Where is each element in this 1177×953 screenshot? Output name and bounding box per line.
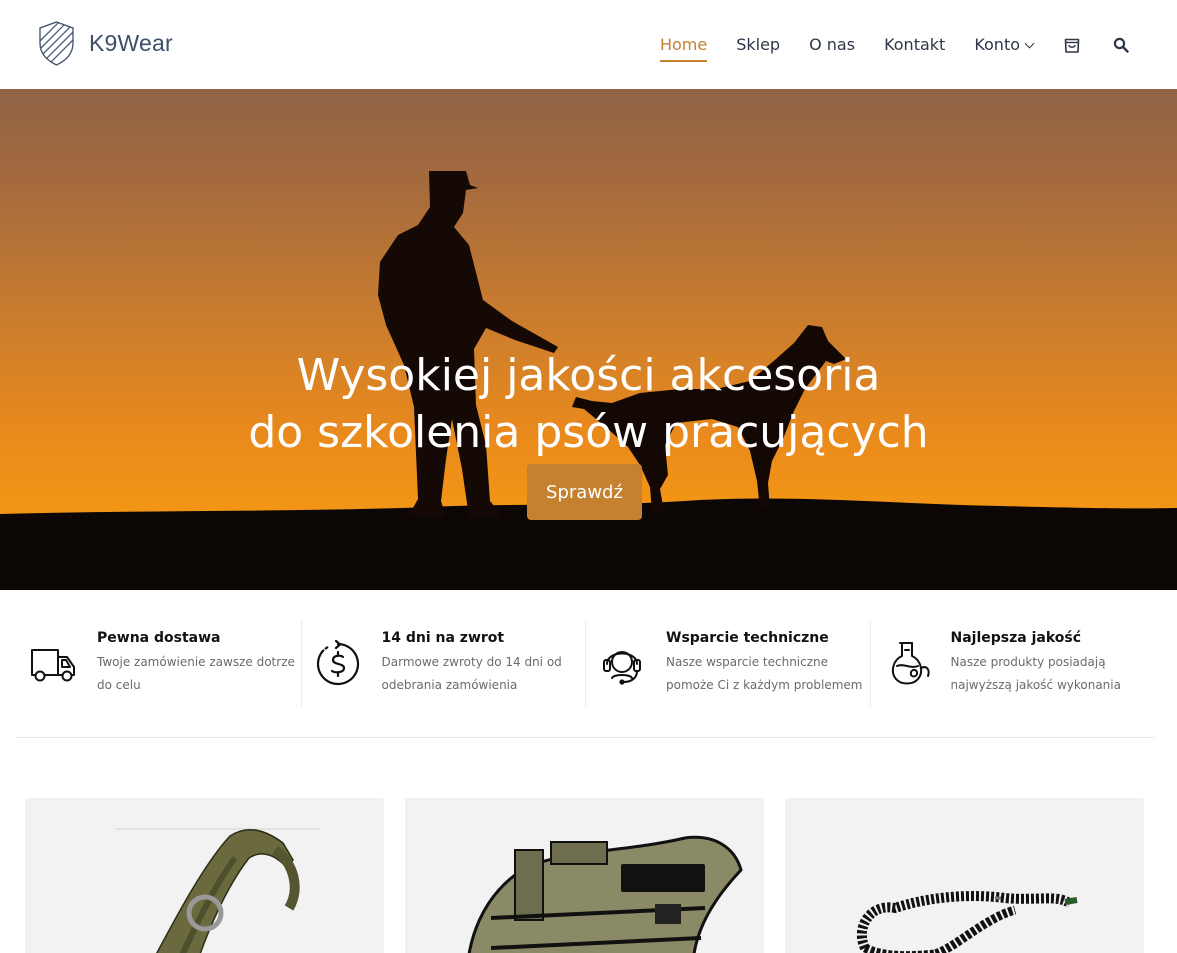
search-icon: [1113, 37, 1129, 53]
nav-sklep[interactable]: Sklep: [736, 29, 780, 60]
product-card-collar[interactable]: [25, 798, 384, 953]
main-nav: Home Sklep O nas Kontakt Konto: [659, 0, 1177, 89]
feature-delivery: Pewna dostawa Twoje zamówienie zawsze do…: [16, 590, 301, 738]
hero-title: Wysokiej jakości akcesoria do szkolenia …: [0, 347, 1177, 461]
brand-name: K9Wear: [89, 30, 173, 56]
feature-description: Nasze produkty posiadają najwyższą jakoś…: [950, 655, 1121, 692]
feature-title: Pewna dostawa: [97, 630, 221, 646]
nav-konto[interactable]: Konto: [974, 29, 1035, 60]
product-grid: [25, 798, 1144, 953]
hero-cta-button[interactable]: Sprawdź: [527, 464, 642, 520]
feature-description: Nasze wsparcie techniczne pomoże Ci z ka…: [666, 655, 863, 692]
feature-description: Darmowe zwroty do 14 dni od odebrania za…: [381, 655, 562, 692]
leash-product-image: [856, 891, 1078, 953]
money-return-icon: [316, 640, 359, 686]
chevron-down-icon: [1024, 38, 1035, 49]
feature-returns: 14 dni na zwrot Darmowe zwroty do 14 dni…: [300, 590, 586, 738]
hero-banner: Wysokiej jakości akcesoria do szkolenia …: [0, 89, 1177, 590]
collar-product-image: [115, 828, 320, 953]
headset-support-icon: [603, 651, 641, 685]
feature-title: Najlepsza jakość: [950, 630, 1082, 646]
hero-title-line-2: do szkolenia psów pracujących: [248, 407, 929, 458]
features-bar: Pewna dostawa Twoje zamówienie zawsze do…: [16, 590, 1154, 738]
feature-quality: Najlepsza jakość Nasze produkty posiadaj…: [869, 590, 1155, 738]
hero-title-line-1: Wysokiej jakości akcesoria: [296, 350, 881, 401]
quality-flask-icon: [891, 642, 930, 685]
delivery-truck-icon: [31, 649, 75, 682]
site-header: K9Wear Home Sklep O nas Kontakt Konto: [0, 0, 1177, 89]
cart-button[interactable]: [1062, 35, 1082, 55]
nav-o-nas[interactable]: O nas: [809, 29, 855, 60]
product-card-vest[interactable]: [405, 798, 764, 953]
search-button[interactable]: [1111, 35, 1131, 55]
vest-product-image: [467, 835, 743, 953]
feature-title: 14 dni na zwrot: [381, 630, 505, 646]
feature-title: Wsparcie techniczne: [666, 630, 829, 646]
shield-stripes-icon: [39, 21, 74, 66]
shopping-bag-icon: [1064, 38, 1080, 53]
nav-kontakt[interactable]: Kontakt: [884, 29, 945, 60]
product-card-leash[interactable]: [785, 798, 1144, 953]
feature-support: Wsparcie techniczne Nasze wsparcie techn…: [585, 590, 870, 738]
brand-logo[interactable]: K9Wear: [38, 21, 173, 66]
nav-home[interactable]: Home: [659, 29, 708, 62]
feature-description: Twoje zamówienie zawsze dotrze do celu: [97, 655, 295, 692]
nav-konto-label: Konto: [974, 35, 1020, 54]
